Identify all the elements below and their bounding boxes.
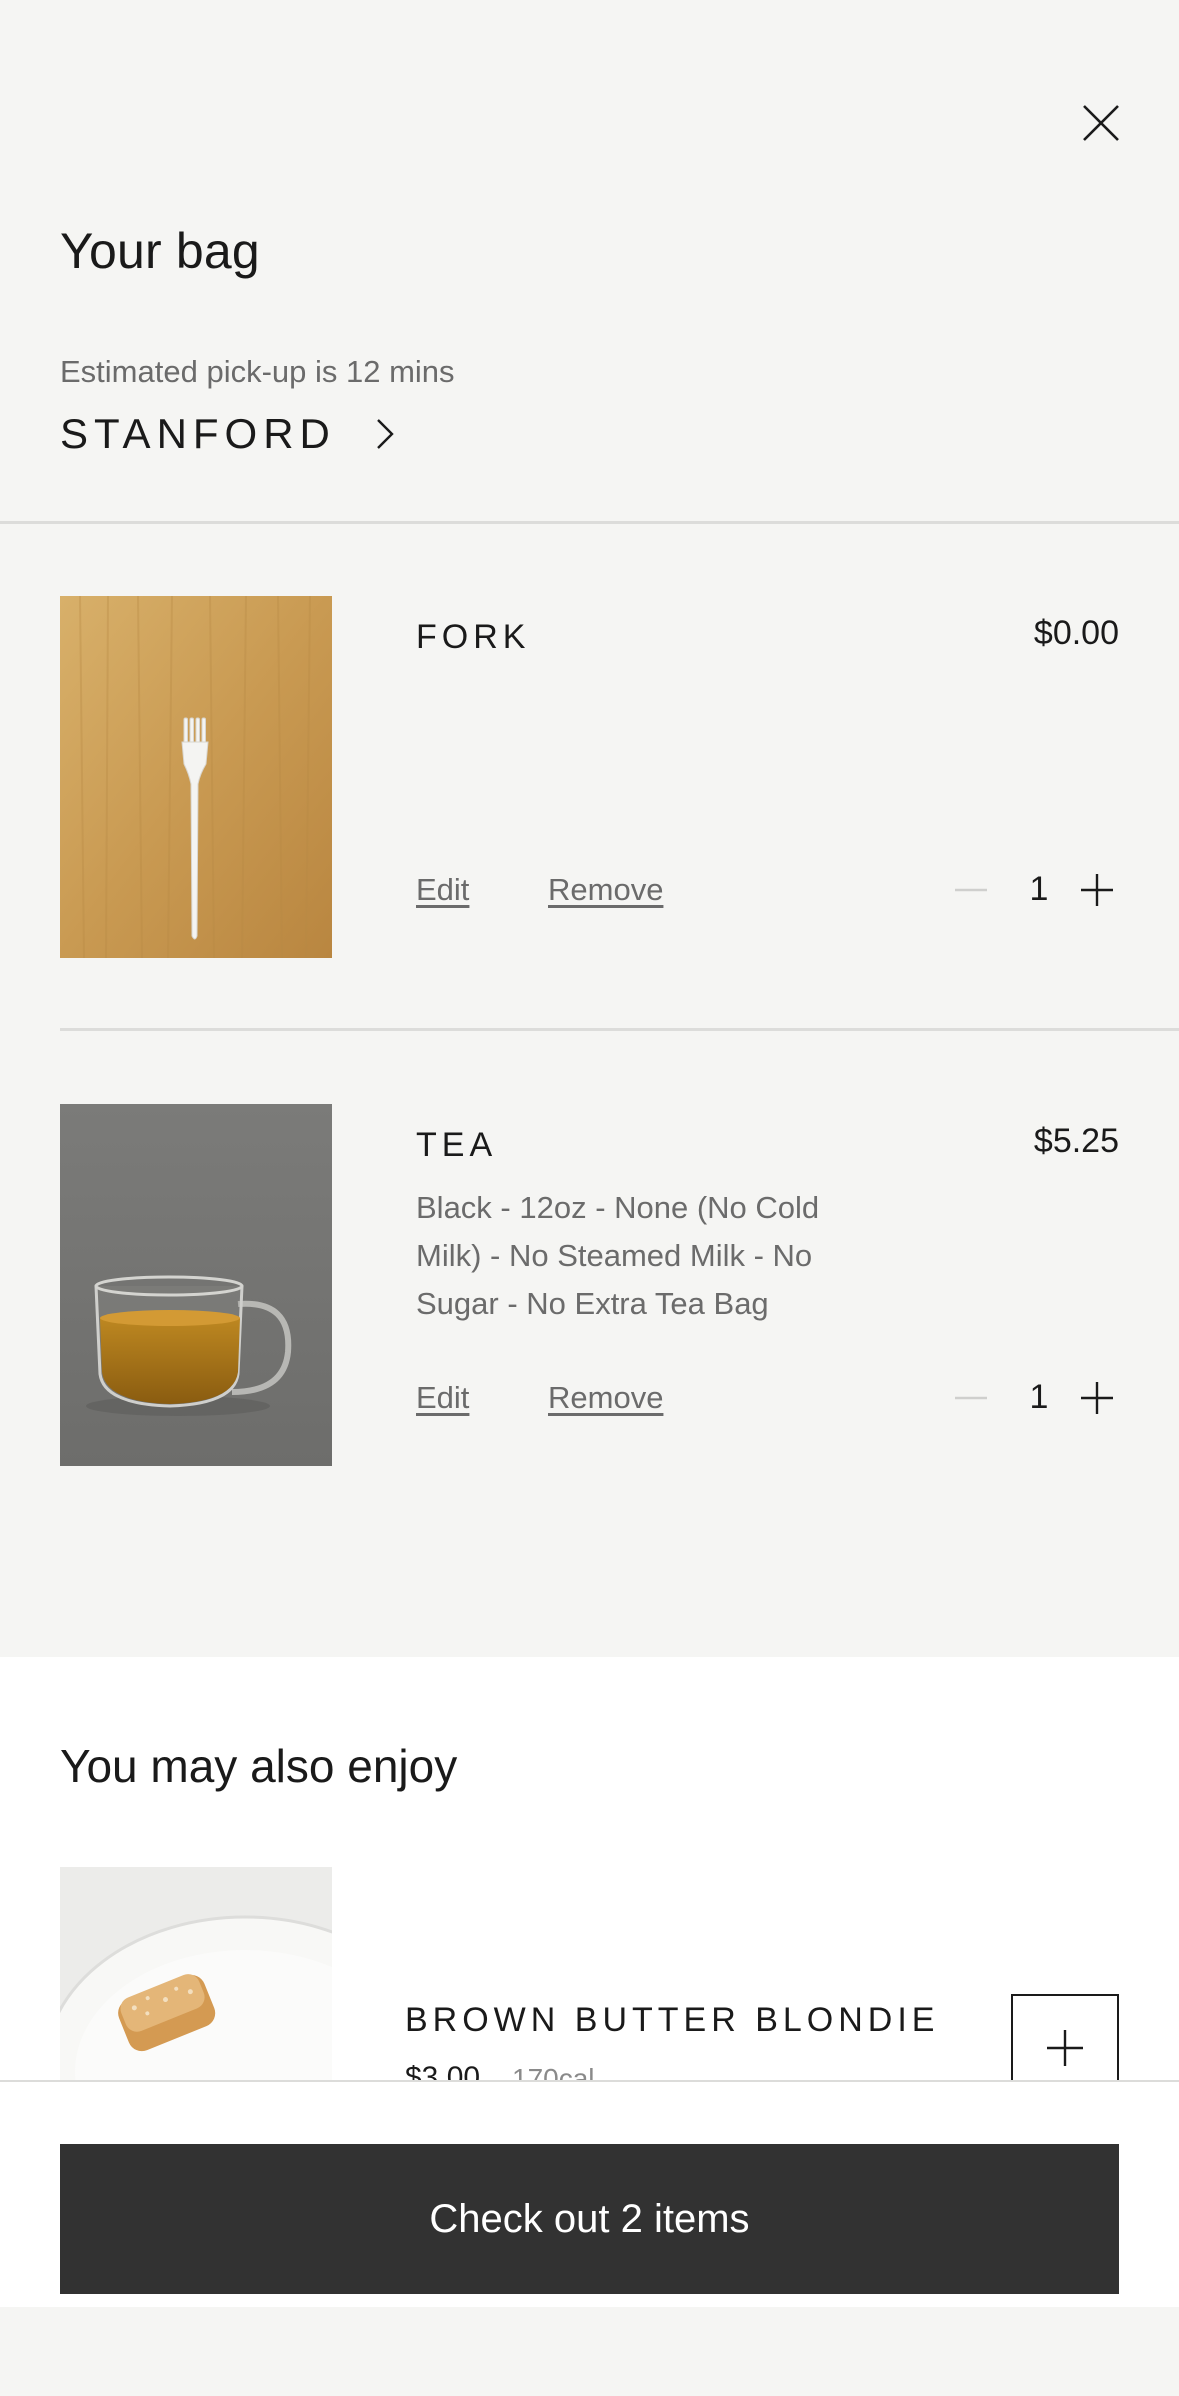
plus-icon[interactable] bbox=[1075, 862, 1119, 918]
item-name: FORK bbox=[416, 618, 531, 656]
fork-photo bbox=[60, 596, 332, 958]
page-title: Your bag bbox=[60, 223, 260, 279]
edit-link[interactable]: Edit bbox=[416, 1380, 469, 1416]
blondie-photo[interactable] bbox=[60, 1867, 332, 2097]
chevron-right-icon bbox=[372, 415, 398, 453]
remove-link[interactable]: Remove bbox=[548, 872, 663, 908]
item-name: BROWN BUTTER BLONDIE bbox=[405, 2001, 940, 2039]
tea-photo bbox=[60, 1104, 332, 1466]
checkout-footer: Check out 2 items bbox=[0, 2080, 1179, 2294]
edit-link[interactable]: Edit bbox=[416, 872, 469, 908]
close-icon[interactable] bbox=[1074, 96, 1128, 150]
divider bbox=[0, 521, 1179, 524]
store-name: STANFORD bbox=[60, 410, 336, 457]
bag-item: FORK $0.00 Edit Remove 1 bbox=[0, 596, 1179, 958]
pickup-estimate: Estimated pick-up is 12 mins bbox=[60, 354, 455, 389]
item-name: TEA bbox=[416, 1126, 498, 1164]
quantity-value: 1 bbox=[1029, 870, 1049, 908]
quantity-stepper: 1 bbox=[949, 1370, 1119, 1426]
plus-icon[interactable] bbox=[1075, 1370, 1119, 1426]
quantity-value: 1 bbox=[1029, 1378, 1049, 1416]
store-selector[interactable]: STANFORD bbox=[60, 406, 398, 462]
checkout-button[interactable]: Check out 2 items bbox=[60, 2144, 1119, 2294]
remove-link[interactable]: Remove bbox=[548, 1380, 663, 1416]
bag-item: TEA $5.25 Black - 12oz - None (No Cold M… bbox=[0, 1104, 1179, 1466]
item-price: $5.25 bbox=[1033, 1122, 1119, 1160]
section-title: You may also enjoy bbox=[60, 1740, 458, 1792]
divider bbox=[60, 1028, 1179, 1031]
plus-icon bbox=[1047, 2030, 1083, 2066]
item-price: $0.00 bbox=[1033, 614, 1119, 652]
quantity-stepper: 1 bbox=[949, 862, 1119, 918]
minus-icon[interactable] bbox=[949, 1370, 993, 1426]
bag-page: Your bag Estimated pick-up is 12 mins ST… bbox=[0, 0, 1179, 2396]
item-options: Black - 12oz - None (No Cold Milk) - No … bbox=[416, 1190, 820, 1321]
minus-icon[interactable] bbox=[949, 862, 993, 918]
